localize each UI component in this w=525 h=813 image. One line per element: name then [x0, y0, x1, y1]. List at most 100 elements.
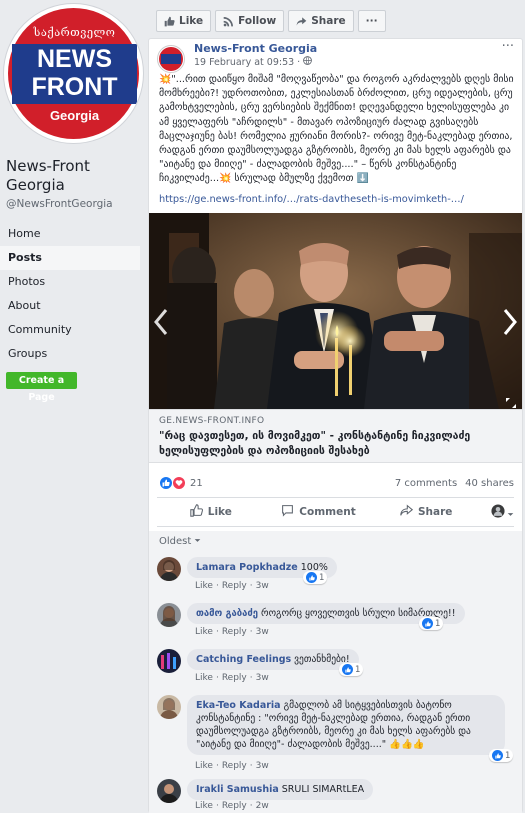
nav-home[interactable]: Home — [0, 222, 140, 246]
post-timestamp[interactable]: 19 February at 09:53 · — [194, 56, 313, 68]
comment-like-link[interactable]: Like — [195, 801, 213, 811]
post-like-button[interactable]: Like — [157, 504, 265, 520]
share-arrow-icon — [400, 504, 413, 520]
comment-as-selector[interactable] — [480, 503, 514, 522]
page-like-label: Like — [179, 15, 204, 27]
post-author-avatar[interactable] — [157, 45, 185, 73]
comments-count[interactable]: 7 comments — [395, 478, 457, 489]
heart-reaction-icon — [172, 476, 186, 490]
page-name[interactable]: News-Front Georgia — [6, 157, 146, 195]
post-options-icon[interactable]: ··· — [502, 39, 514, 54]
comment-like-number: 1 — [435, 618, 441, 629]
create-page-button[interactable]: Create a Page — [6, 372, 77, 403]
meta-separator: · — [215, 761, 219, 771]
reactions-summary[interactable]: 21 — [159, 476, 203, 490]
chevron-down-icon — [194, 536, 201, 547]
comment-time[interactable]: 3w — [256, 581, 269, 591]
comment-like-count[interactable]: 1 — [419, 617, 444, 630]
page-share-button[interactable]: Share — [288, 10, 354, 32]
comment-time[interactable]: 3w — [256, 673, 269, 683]
meta-separator: · — [249, 761, 253, 771]
post-link[interactable]: https://ge.news-front.info/…/rats-davthe… — [159, 194, 464, 205]
chevron-down-icon — [507, 503, 514, 522]
nav-photos[interactable]: Photos — [0, 270, 140, 294]
nav-groups[interactable]: Groups — [0, 342, 140, 366]
comment-time[interactable]: 3w — [256, 627, 269, 637]
page-handle[interactable]: @NewsFrontGeorgia — [6, 198, 113, 210]
comment-like-link[interactable]: Like — [195, 673, 213, 683]
post-author-name[interactable]: News-Front Georgia — [194, 42, 317, 55]
logo-georgia-text: Georgia — [49, 108, 100, 123]
post-card: News-Front Georgia 19 February at 09:53 … — [148, 38, 523, 813]
post-comment-button[interactable]: Comment — [265, 504, 373, 520]
page-action-bar: Like Follow Share ··· — [156, 10, 386, 32]
like-reaction-icon — [159, 476, 173, 490]
comment-reply-link[interactable]: Reply — [222, 801, 247, 811]
commenter-name[interactable]: Eka-Teo Kadaria — [196, 700, 281, 711]
thumbs-up-icon — [190, 504, 203, 520]
comment-text: SRULI SIMARtLEA — [281, 784, 365, 795]
comment-like-link[interactable]: Like — [195, 627, 213, 637]
commenter-avatar[interactable] — [157, 695, 181, 719]
commenter-avatar[interactable] — [157, 603, 181, 627]
page-like-button[interactable]: Like — [156, 10, 212, 32]
comment-reply-link[interactable]: Reply — [222, 761, 247, 771]
post-like-label: Like — [207, 506, 232, 518]
shares-count[interactable]: 40 shares — [465, 478, 514, 489]
meta-separator: · — [249, 627, 253, 637]
page-sidebar: საქართველო NEWS FRONT Georgia News-Front… — [0, 0, 148, 813]
meta-separator: · — [249, 801, 253, 811]
photo-illustration — [149, 213, 522, 409]
comment-time[interactable]: 2w — [256, 801, 269, 811]
like-reaction-icon — [306, 572, 317, 583]
post-photo[interactable] — [149, 213, 522, 409]
commenter-avatar[interactable] — [157, 649, 181, 673]
post-share-button[interactable]: Share — [372, 504, 480, 520]
meta-separator: · — [215, 627, 219, 637]
meta-separator: · — [215, 673, 219, 683]
commenter-name[interactable]: Catching Feelings — [196, 654, 291, 665]
page-nav: Home Posts Photos About Community Groups — [0, 222, 140, 366]
post-share-label: Share — [417, 506, 453, 518]
nav-about[interactable]: About — [0, 294, 140, 318]
next-photo-chevron-icon[interactable] — [502, 308, 518, 340]
like-reaction-icon — [422, 618, 433, 629]
comment-item: Catching Feelings ვეთანხმები! 1 Like · Re… — [157, 649, 517, 691]
comment-reply-link[interactable]: Reply — [222, 581, 247, 591]
commenter-avatar[interactable] — [157, 779, 181, 803]
comment-like-number: 1 — [355, 664, 361, 675]
commenter-name[interactable]: Lamara Popkhadze — [196, 562, 298, 573]
logo-news-text: NEWS — [37, 45, 112, 73]
link-preview[interactable]: GE.NEWS-FRONT.INFO "რაც დავთესეთ, ის მოვ… — [149, 409, 522, 463]
previous-photo-chevron-icon[interactable] — [153, 308, 169, 340]
commenter-name[interactable]: Irakli Samushia — [196, 784, 279, 795]
comments-section: Oldest Lamara Popkhadze 100% 1 Like · Rep… — [149, 531, 522, 813]
comment-reply-link[interactable]: Reply — [222, 627, 247, 637]
logo-top-text: საქართველო — [33, 26, 116, 39]
comment-sort-dropdown[interactable]: Oldest — [159, 536, 201, 547]
comment-like-link[interactable]: Like — [195, 581, 213, 591]
page-profile-picture[interactable]: საქართველო NEWS FRONT Georgia — [3, 3, 144, 144]
post-comment-label: Comment — [299, 506, 356, 518]
comment-like-count[interactable]: 1 — [339, 663, 364, 676]
commenter-avatar[interactable] — [157, 557, 181, 581]
comment-time[interactable]: 3w — [256, 761, 269, 771]
comment-meta: Like · Reply · 2w — [195, 801, 269, 811]
page-follow-button[interactable]: Follow — [215, 10, 285, 32]
comment-reply-link[interactable]: Reply — [222, 673, 247, 683]
comment-like-link[interactable]: Like — [195, 761, 213, 771]
avatar-box — [161, 54, 181, 64]
nav-community[interactable]: Community — [0, 318, 140, 342]
comment-bubble-icon — [281, 504, 294, 520]
photo-expand-icon[interactable] — [506, 393, 516, 409]
comment-meta: Like · Reply · 3w — [195, 673, 269, 683]
comment-bubble: Irakli Samushia SRULI SIMARtLEA — [187, 779, 374, 800]
nav-posts[interactable]: Posts — [0, 246, 140, 270]
commenter-name[interactable]: თამო გაბაძე — [196, 608, 258, 619]
meta-separator: · — [215, 581, 219, 591]
comment-like-count[interactable]: 1 — [303, 571, 328, 584]
comment-like-count[interactable]: 1 — [489, 749, 514, 762]
comment-item: Eka-Teo Kadaria გმადლობ ამ სიტყვებისთვის … — [157, 695, 517, 775]
meta-separator: · — [249, 581, 253, 591]
page-more-button[interactable]: ··· — [357, 10, 386, 32]
